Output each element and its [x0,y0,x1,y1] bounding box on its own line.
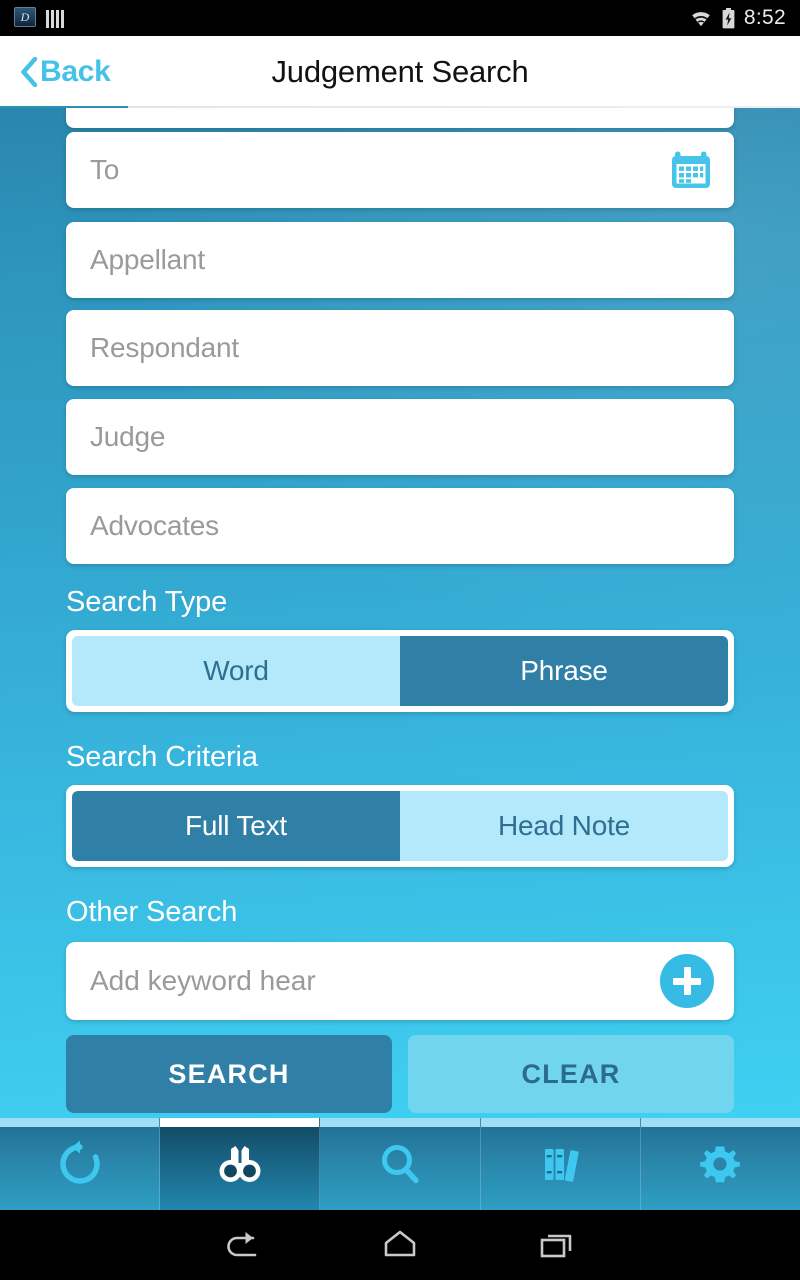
magnifier-icon [382,1145,419,1184]
search-type-option-word[interactable]: Word [72,636,400,706]
home-nav-icon[interactable] [377,1225,423,1265]
to-field[interactable]: To [66,132,734,208]
gear-icon [700,1146,741,1183]
search-type-option-phrase[interactable]: Phrase [400,636,728,706]
tab-indicator [320,1118,480,1127]
page-title: Judgement Search [271,54,529,89]
tab-refresh[interactable] [0,1118,161,1210]
keyword-input-placeholder: Add keyword hear [90,965,316,996]
books-icon [545,1149,579,1182]
tab-library[interactable] [480,1118,641,1210]
tab-search[interactable] [320,1118,481,1210]
tab-indicator [0,1118,160,1127]
search-criteria-label: Search Criteria [66,741,258,773]
status-bar-notifications: D [14,7,64,29]
search-criteria-option-head-note[interactable]: Head Note [400,791,728,861]
appellant-field[interactable]: Appellant [66,222,734,298]
tab-indicator-active [160,1118,320,1127]
android-nav-bar [0,1210,800,1280]
back-button-label: Back [40,55,111,88]
status-bar-system: 8:52 [689,6,786,30]
back-button[interactable]: Back [14,51,117,93]
barcode-icon [46,8,64,28]
appellant-field-placeholder: Appellant [90,244,205,275]
tab-indicator [480,1118,640,1127]
app-book-icon: D [14,7,36,29]
judge-field-placeholder: Judge [90,421,166,452]
tab-indicator [640,1118,800,1127]
to-field-placeholder: To [90,154,120,185]
from-field-partial[interactable] [66,108,734,128]
android-status-bar: D 8:52 [0,0,800,36]
form-actions: SEARCH CLEAR [66,1035,734,1113]
app-bar: Back Judgement Search [0,36,800,108]
battery-charging-icon [722,7,735,28]
search-button[interactable]: SEARCH [66,1035,392,1113]
search-criteria-segmented-control: Full Text Head Note [66,785,734,867]
search-type-segmented-control: Word Phrase [66,630,734,712]
refresh-icon [59,1140,100,1184]
tab-settings[interactable] [640,1118,800,1210]
chevron-left-icon [21,57,38,87]
bottom-tab-bar [0,1118,800,1210]
advocates-field-placeholder: Advocates [90,510,219,541]
advocates-field[interactable]: Advocates [66,488,734,564]
calendar-icon[interactable] [670,150,712,190]
judge-field[interactable]: Judge [66,399,734,475]
keyword-input[interactable]: Add keyword hear [66,942,734,1020]
search-type-label: Search Type [66,586,228,618]
back-nav-icon[interactable] [219,1225,265,1265]
search-form-scroll-area[interactable]: To Appellant Respondant Judge Advocates … [0,108,800,1118]
wifi-icon [692,12,710,26]
add-keyword-icon[interactable] [660,954,714,1008]
search-criteria-option-full-text[interactable]: Full Text [72,791,400,861]
other-search-label: Other Search [66,896,238,928]
recents-nav-icon[interactable] [535,1225,581,1265]
clear-button[interactable]: CLEAR [408,1035,734,1113]
respondant-field-placeholder: Respondant [90,332,240,363]
binoculars-icon [219,1146,261,1182]
tab-search-view[interactable] [160,1118,321,1210]
status-bar-clock: 8:52 [743,6,786,29]
phone-screen: D 8:52 Back Judgement Search To Appellan… [0,0,800,1280]
respondant-field[interactable]: Respondant [66,310,734,386]
